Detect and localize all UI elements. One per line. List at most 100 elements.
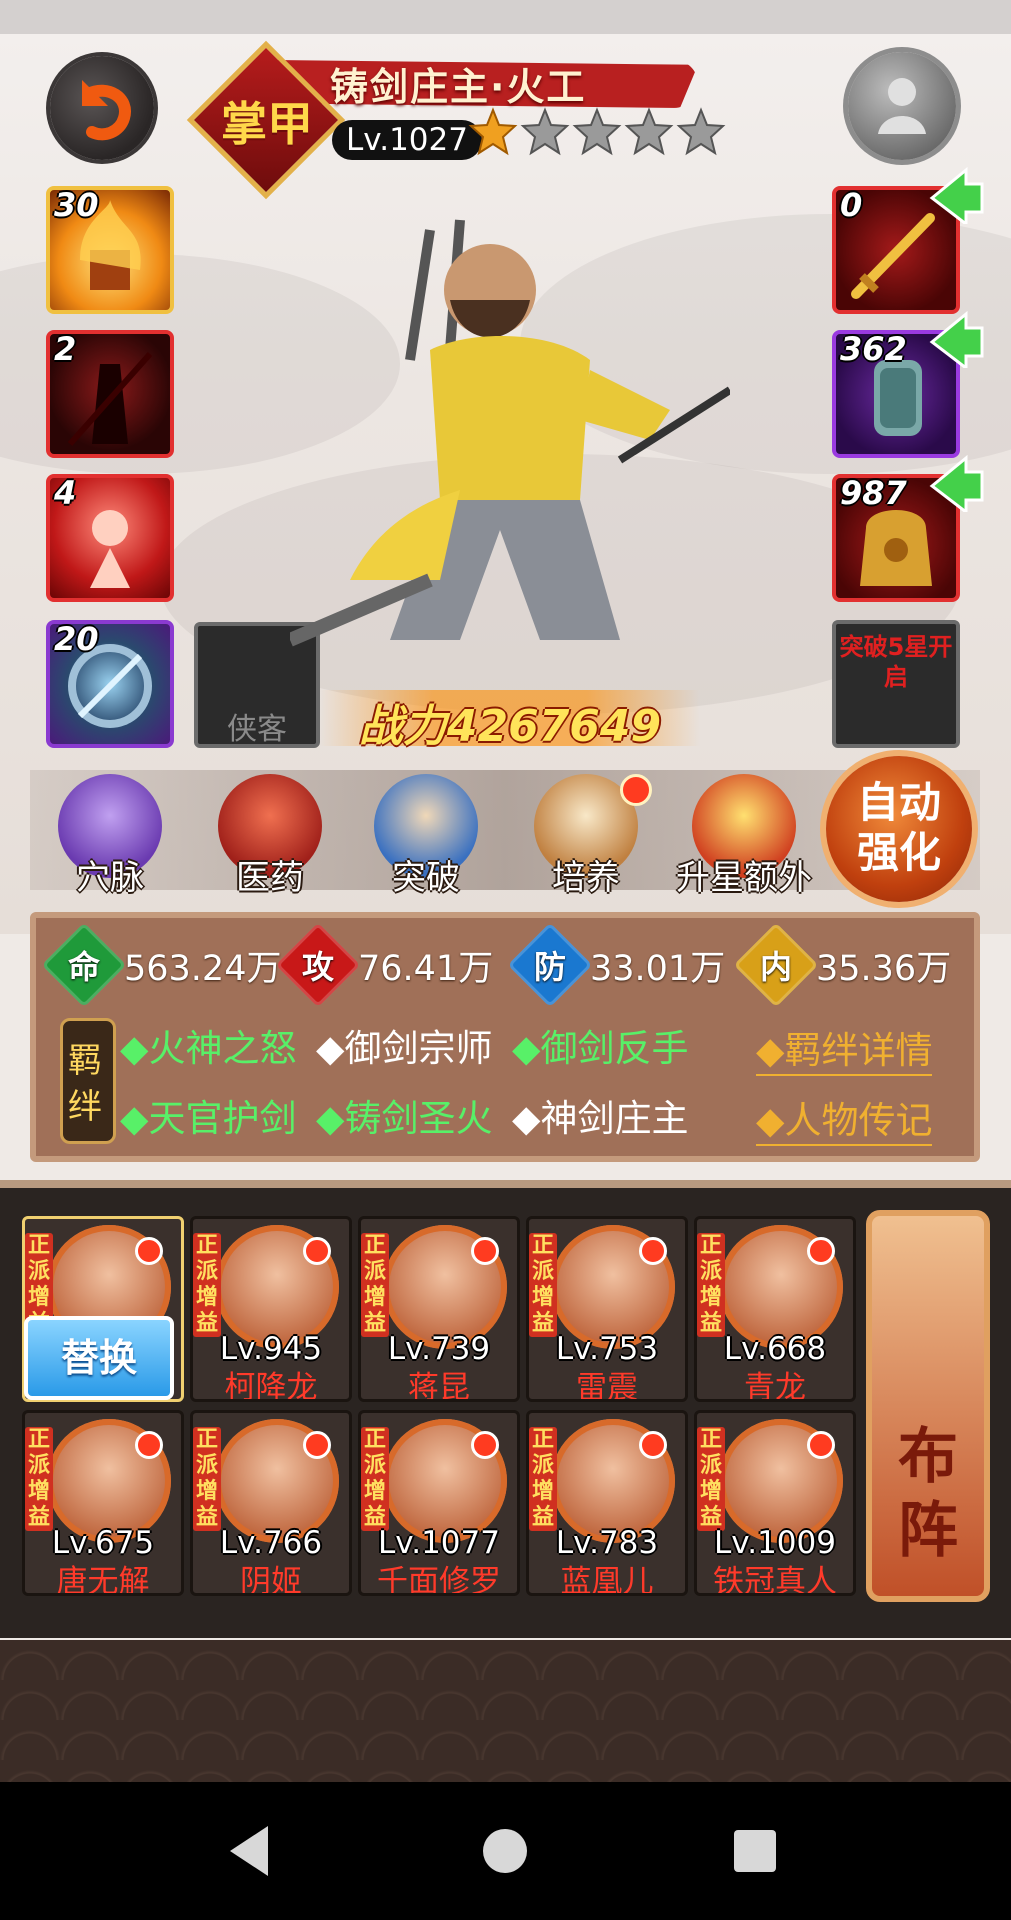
hero-card-name: 阴姬 [240, 1564, 302, 1596]
hero-card[interactable]: 正派增益 Lv.675 唐无解 [22, 1410, 184, 1596]
hero-card-name: 千面修罗 [377, 1564, 501, 1596]
faction-tag: 正派增益 [529, 1233, 557, 1337]
notification-dot [471, 1431, 499, 1459]
faction-tag: 正派增益 [361, 1233, 389, 1337]
notification-dot [639, 1237, 667, 1265]
back-button[interactable] [50, 56, 154, 160]
notification-dot [303, 1237, 331, 1265]
skill-4-count: 20 [54, 620, 99, 658]
hero-character-art [290, 219, 730, 647]
star-filled-icon [468, 107, 518, 156]
faction-tag: 正派增益 [361, 1427, 389, 1531]
action-training[interactable]: 培养 [526, 774, 652, 898]
skill-1-count: 30 [54, 186, 99, 224]
notification-dot [471, 1237, 499, 1265]
skill-slot-3[interactable]: 4 [46, 474, 174, 602]
stat-value: 563.24万 [124, 948, 282, 989]
attack-badge: 攻 [275, 922, 361, 1008]
action-meridian[interactable]: 穴脉 [50, 774, 170, 898]
hero-card[interactable]: 正派增益 Lv.783 蓝凰儿 [526, 1410, 688, 1596]
notification-dot [639, 1431, 667, 1459]
meditating-figure-icon [878, 78, 926, 134]
companion-slot-label: 侠客 [227, 712, 287, 747]
stat-attack: 攻 76.41万 [275, 922, 494, 1008]
faction-tag: 正派增益 [193, 1233, 221, 1337]
nav-recents-icon[interactable] [720, 1816, 790, 1886]
skill-slot-2[interactable]: 2 [46, 330, 174, 458]
star-empty-icon [676, 107, 726, 156]
locked-slot-label: 突破5星开启 [839, 633, 953, 691]
stat-defense: 防 33.01万 [507, 922, 726, 1008]
internal-badge: 内 [733, 922, 819, 1008]
notification-dot [807, 1431, 835, 1459]
stat-internal: 内 35.36万 [733, 922, 952, 1008]
system-nav-bar [0, 1782, 1011, 1920]
lineup-button-label: 布阵 [898, 1422, 958, 1566]
action-label: 升星额外 [676, 858, 812, 898]
skill-slot-4[interactable]: 20 [46, 620, 174, 748]
faction-tag: 正派增益 [697, 1427, 725, 1531]
stat-value: 76.41万 [358, 948, 494, 989]
combat-power: 战力4267649 [358, 701, 662, 752]
bond-item: ◆御剑宗师 [316, 1027, 493, 1070]
equipment-3-count: 987 [840, 474, 907, 512]
hero-level: Lv.1027 [332, 120, 482, 160]
bond-item: ◆铸剑圣火 [316, 1097, 493, 1140]
notification-dot [135, 1237, 163, 1265]
notification-dot [303, 1431, 331, 1459]
action-breakthrough[interactable]: 突破 [366, 774, 486, 898]
nav-back-icon[interactable] [216, 1816, 286, 1886]
hero-card[interactable]: 正派增益 Lv.766 阴姬 [190, 1410, 352, 1596]
notification-dot [135, 1431, 163, 1459]
faction-tag: 正派增益 [193, 1427, 221, 1531]
stat-value: 35.36万 [816, 948, 952, 989]
bond-item: ◆天官护剑 [120, 1097, 297, 1140]
faction-tag: 正派增益 [25, 1427, 53, 1531]
hp-badge: 命 [41, 922, 127, 1008]
upgrade-arrow-icon [929, 166, 984, 224]
upgrade-arrow-icon [929, 454, 984, 512]
bond-detail-link[interactable]: ◆羁绊详情 [756, 1020, 933, 1076]
status-bar [0, 0, 1011, 34]
hero-card[interactable]: 正派增益 Lv.739 蒋昆 [358, 1216, 520, 1402]
action-label: 穴脉 [76, 858, 144, 898]
notification-dot [620, 774, 652, 806]
star-empty-icon [520, 107, 570, 156]
hero-name: 铸剑庄主·火工 [330, 65, 587, 109]
star-empty-icon [624, 107, 674, 156]
stat-value: 33.01万 [590, 948, 726, 989]
faction-tag: 正派增益 [529, 1427, 557, 1531]
notification-dot [807, 1237, 835, 1265]
action-medicine[interactable]: 医药 [210, 774, 330, 898]
back-arrow-icon [82, 80, 131, 141]
skill-slot-1[interactable]: 30 [46, 186, 174, 314]
action-label: 培养 [552, 858, 620, 898]
bond-item: ◆神剑庄主 [512, 1097, 689, 1140]
bond-item: ◆火神之怒 [120, 1027, 297, 1070]
profile-button[interactable] [848, 52, 956, 160]
hero-card-name: 铁冠真人 [713, 1564, 837, 1596]
skill-2-count: 2 [54, 330, 77, 368]
nav-home-icon[interactable] [470, 1816, 540, 1886]
action-label: 突破 [392, 858, 460, 898]
star-empty-icon [572, 107, 622, 156]
auto-strengthen-label: 自动 强化 [856, 778, 941, 877]
replace-button[interactable]: 替换 [24, 1316, 174, 1400]
decorative-wave-band [0, 1640, 1011, 1782]
hero-card-name: 蒋昆 [408, 1370, 470, 1402]
hero-card[interactable]: 正派增益 Lv.945 柯降龙 [190, 1216, 352, 1402]
star-rating [468, 106, 726, 158]
action-star-up[interactable]: 升星额外 [676, 774, 812, 898]
hero-card-name: 唐无解 [56, 1564, 150, 1596]
biography-link[interactable]: ◆人物传记 [756, 1090, 933, 1146]
skill-3-count: 4 [54, 474, 77, 512]
hero-card[interactable]: 正派增益 Lv.668 青龙 [694, 1216, 856, 1402]
bond-item: ◆御剑反手 [512, 1027, 689, 1070]
faction-tag: 正派增益 [697, 1233, 725, 1337]
equipment-1-count: 0 [840, 186, 863, 224]
defense-badge: 防 [507, 922, 593, 1008]
hero-card[interactable]: 正派增益 Lv.1009 铁冠真人 [694, 1410, 856, 1596]
hero-card-name: 蓝凰儿 [560, 1564, 654, 1596]
hero-card[interactable]: 正派增益 Lv.1077 千面修罗 [358, 1410, 520, 1596]
hero-card[interactable]: 正派增益 Lv.753 雷震 [526, 1216, 688, 1402]
